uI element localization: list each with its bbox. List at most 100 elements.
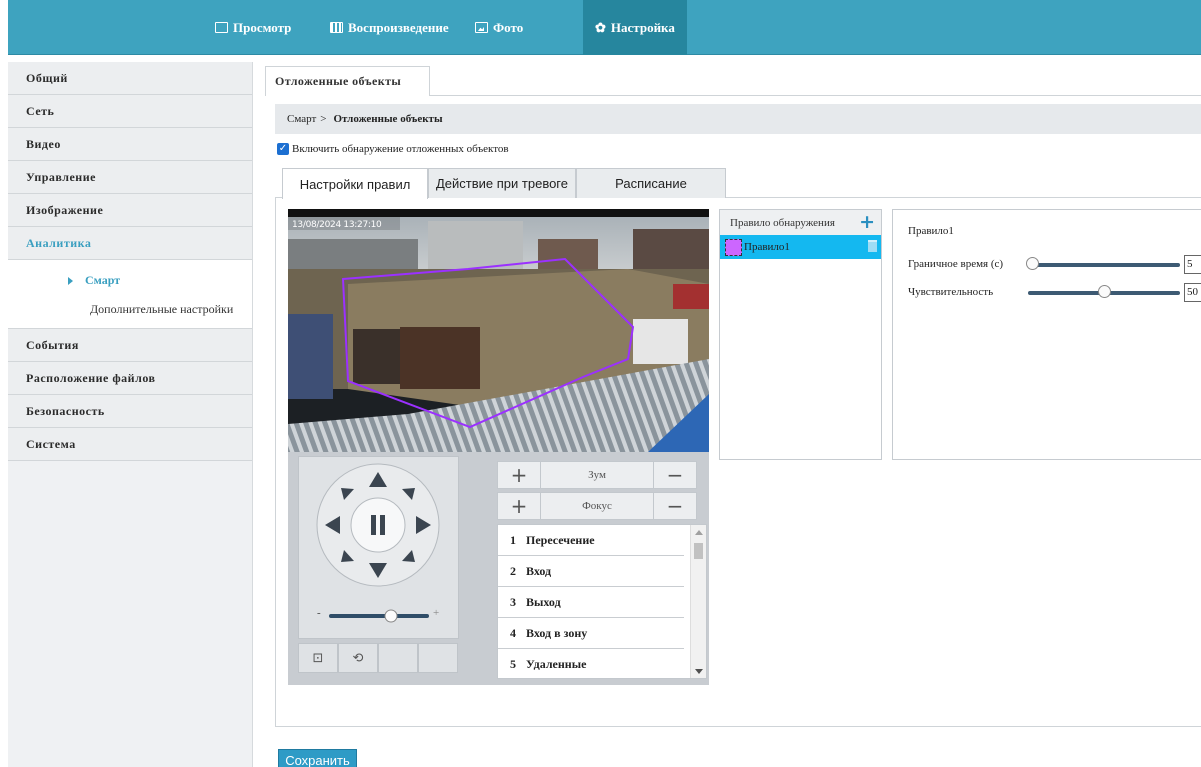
3d-positioning-button[interactable]: ⟲ — [338, 643, 378, 673]
preset-number: 3 — [510, 594, 516, 609]
snapshot-button[interactable]: ⊡ — [298, 643, 338, 673]
nav-playback-label: Воспроизведение — [348, 19, 449, 35]
sidebar-subitem-smart[interactable]: Смарт — [8, 266, 252, 295]
tab-label: Настройки правил — [299, 176, 411, 192]
boundary-time-slider-handle[interactable] — [1026, 257, 1039, 270]
rule-settings-title: Правило1 — [908, 225, 954, 237]
sidebar-item-analytics[interactable]: Аналитика — [8, 227, 252, 260]
sidebar-item-label: Видео — [26, 136, 61, 151]
scroll-up-icon[interactable] — [695, 530, 703, 535]
breadcrumb-separator: > — [320, 113, 327, 125]
trash-icon[interactable] — [868, 240, 877, 252]
preset-number: 5 — [510, 656, 516, 671]
photo-icon — [475, 22, 488, 33]
add-rule-icon[interactable]: + — [859, 211, 875, 233]
preset-name: Выход — [526, 594, 561, 609]
tab-label: Действие при тревоге — [436, 176, 568, 191]
sidebar: Общий Сеть Видео Управление Изображение … — [8, 62, 253, 767]
monitor-icon — [215, 22, 228, 33]
detection-rule-list: Правило обнаружения + Правило1 — [719, 209, 882, 460]
sidebar-subgroup-analytics: Смарт Дополнительные настройки — [8, 260, 252, 329]
list-item[interactable]: 2 Вход — [498, 556, 684, 587]
ptz-tool-row: ⊡ ⟲ — [298, 643, 459, 673]
rule-row[interactable]: Правило1 — [720, 235, 881, 259]
breadcrumb-parent[interactable]: Смарт — [287, 113, 316, 125]
sidebar-item-label: Сеть — [26, 103, 55, 118]
sidebar-subitem-label: Дополнительные настройки — [90, 302, 234, 316]
nav-settings[interactable]: ✿ Настройка — [583, 0, 687, 55]
sidebar-item-general[interactable]: Общий — [8, 62, 252, 95]
sidebar-item-label: Управление — [26, 169, 96, 184]
sidebar-item-video[interactable]: Видео — [8, 128, 252, 161]
scroll-down-icon[interactable] — [695, 669, 703, 674]
tab-label: Расписание — [615, 176, 687, 191]
preset-number: 2 — [510, 563, 516, 578]
zoom-out-button[interactable]: − — [653, 461, 697, 489]
sidebar-item-label: Общий — [26, 70, 68, 85]
list-item[interactable]: 5 Удаленные — [498, 649, 684, 678]
preset-name: Удаленные — [526, 656, 587, 671]
nav-settings-label: Настройка — [610, 19, 675, 35]
nav-playback[interactable]: Воспроизведение — [330, 0, 449, 55]
rule-name: Правило1 — [744, 241, 790, 253]
sidebar-item-label: Расположение файлов — [26, 370, 156, 385]
sidebar-item-label: Аналитика — [26, 235, 92, 250]
preset-number: 4 — [510, 625, 516, 640]
sidebar-item-storage[interactable]: Расположение файлов — [8, 362, 252, 395]
sidebar-item-control[interactable]: Управление — [8, 161, 252, 194]
zoom-in-button[interactable]: + — [497, 461, 541, 489]
tab-schedule[interactable]: Расписание — [576, 168, 726, 198]
rule-color-swatch[interactable] — [725, 238, 742, 256]
tab-content: 13/08/2024 13:27:10 - + ⊡ ⟲ + Зум − + Фо… — [275, 197, 1201, 727]
preset-name: Вход — [526, 563, 552, 578]
ptz-tool-empty-2[interactable] — [418, 643, 458, 673]
focus-in-button[interactable]: + — [497, 492, 541, 520]
preset-number: 1 — [510, 532, 516, 547]
scroll-thumb[interactable] — [694, 543, 703, 559]
page-tab[interactable]: Отложенные объекты — [265, 66, 430, 96]
video-timestamp: 13/08/2024 13:27:10 — [292, 220, 382, 230]
nav-photo-label: Фото — [493, 19, 524, 35]
sidebar-item-label: Система — [26, 436, 76, 451]
preset-name: Пересечение — [526, 532, 595, 547]
main-panel: Отложенные объекты Смарт > Отложенные об… — [262, 62, 1201, 767]
sidebar-item-events[interactable]: События — [8, 329, 252, 362]
sidebar-item-security[interactable]: Безопасность — [8, 395, 252, 428]
list-item[interactable]: 4 Вход в зону — [498, 618, 684, 649]
nav-preview[interactable]: Просмотр — [215, 0, 291, 55]
preset-list: 1 Пересечение 2 Вход 3 Выход 4 Вход в зону 5… — [497, 524, 707, 679]
focus-out-button[interactable]: − — [653, 492, 697, 520]
enable-detection-label: Включить обнаружение отложенных объектов — [292, 143, 509, 155]
sidebar-item-image[interactable]: Изображение — [8, 194, 252, 227]
list-item[interactable]: 1 Пересечение — [498, 525, 684, 556]
enable-detection-checkbox[interactable]: ✓ — [277, 143, 289, 155]
boundary-time-slider[interactable] — [1032, 263, 1180, 267]
3d-positioning-icon: ⟲ — [352, 650, 364, 666]
preset-scrollbar[interactable] — [690, 525, 706, 678]
sensitivity-input[interactable]: 50 — [1184, 283, 1201, 302]
ptz-tool-empty-1[interactable] — [378, 643, 418, 673]
tab-rule-settings[interactable]: Настройки правил — [282, 168, 428, 199]
sidebar-subitem-advanced[interactable]: Дополнительные настройки — [8, 295, 252, 324]
sidebar-subitem-label: Смарт — [85, 273, 121, 287]
gear-icon: ✿ — [595, 19, 606, 35]
rule-list-header: Правило обнаружения + — [720, 210, 881, 235]
focus-label: Фокус — [541, 492, 653, 520]
tab-alarm-action[interactable]: Действие при тревоге — [428, 168, 576, 198]
rule-list-title: Правило обнаружения — [730, 216, 835, 229]
sidebar-item-system[interactable]: Система — [8, 428, 252, 461]
page-tab-label: Отложенные объекты — [275, 74, 402, 88]
sidebar-item-label: Изображение — [26, 202, 104, 217]
ptz-control: - + — [298, 456, 459, 639]
sidebar-item-network[interactable]: Сеть — [8, 95, 252, 128]
film-icon — [330, 22, 343, 33]
nav-photo[interactable]: Фото — [475, 0, 523, 55]
list-item[interactable]: 3 Выход — [498, 587, 684, 618]
breadcrumb-current: Отложенные объекты — [333, 113, 443, 125]
save-button[interactable]: Сохранить — [278, 749, 357, 767]
nav-preview-label: Просмотр — [233, 19, 292, 35]
video-preview[interactable] — [288, 209, 709, 452]
sensitivity-slider-handle[interactable] — [1098, 285, 1111, 298]
enable-detection-row[interactable]: ✓ Включить обнаружение отложенных объект… — [277, 143, 509, 155]
boundary-time-input[interactable]: 5 — [1184, 255, 1201, 274]
